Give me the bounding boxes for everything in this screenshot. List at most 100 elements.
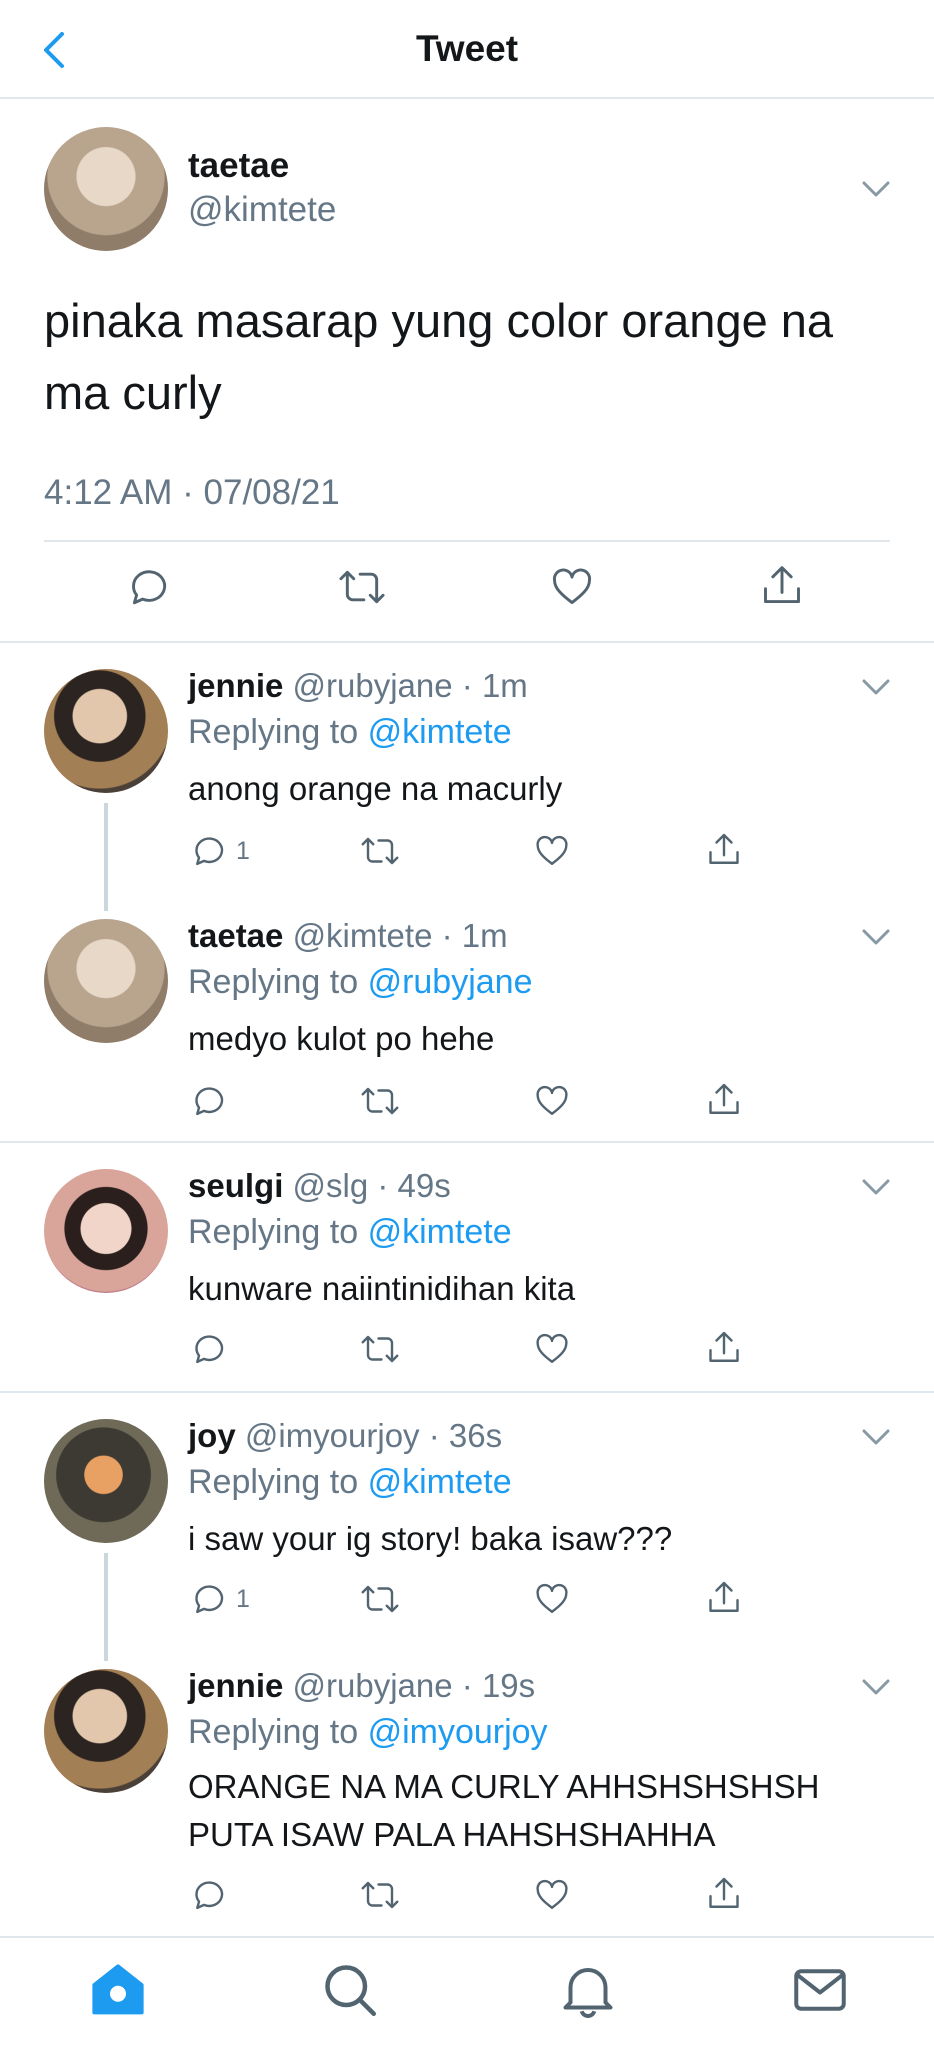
share-icon	[709, 1331, 739, 1362]
chevron-down-icon[interactable]	[860, 1427, 892, 1447]
share-button[interactable]	[706, 1329, 742, 1367]
share-icon	[709, 1581, 739, 1612]
like-button[interactable]	[534, 1083, 570, 1119]
author-name[interactable]: joy	[188, 1417, 236, 1454]
author-name[interactable]: jennie	[188, 1667, 283, 1704]
chevron-down-icon[interactable]	[860, 927, 892, 947]
reply-icon	[195, 1087, 224, 1116]
author-name[interactable]: taetae	[188, 917, 283, 954]
avatar[interactable]	[44, 919, 168, 1043]
author-handle[interactable]: @imyourjoy	[245, 1417, 420, 1454]
like-button[interactable]	[534, 1877, 570, 1913]
retweet-icon	[361, 837, 399, 865]
author-name[interactable]: taetae	[188, 146, 289, 186]
retweet-button[interactable]	[338, 565, 386, 609]
reply-time: · 49s	[377, 1167, 451, 1204]
top-bar: Tweet	[0, 0, 934, 99]
search-icon	[325, 1965, 376, 2016]
share-button[interactable]	[706, 831, 742, 869]
bell-icon	[563, 1968, 613, 2018]
like-button[interactable]	[534, 1331, 570, 1367]
retweet-button[interactable]	[360, 1877, 400, 1913]
reply-button[interactable]	[192, 1083, 236, 1119]
replying-to-link[interactable]: @rubyjane	[368, 963, 533, 1001]
author-name[interactable]: jennie	[188, 667, 283, 704]
retweet-icon	[361, 1335, 399, 1363]
divider	[44, 540, 890, 542]
heart-icon	[536, 1583, 568, 1613]
bottom-tab-bar	[0, 1936, 934, 2048]
reply-tweet[interactable]: jennie @rubyjane · 19s Replying to @imyo…	[0, 1643, 934, 1935]
reply-button[interactable]: 1	[192, 1581, 250, 1617]
tab-search[interactable]	[320, 1960, 380, 2020]
tab-messages[interactable]	[790, 1960, 850, 2020]
reply-time: · 19s	[461, 1667, 536, 1704]
reply-icon	[132, 570, 167, 605]
reply-count: 1	[236, 1584, 250, 1613]
heart-icon	[536, 1085, 568, 1115]
reply-tweet[interactable]: joy @imyourjoy · 36s Replying to @kimtet…	[0, 1393, 934, 1643]
reply-button[interactable]	[192, 1877, 236, 1913]
retweet-button[interactable]	[360, 1083, 400, 1119]
like-button[interactable]	[550, 565, 594, 609]
chevron-down-icon[interactable]	[860, 1677, 892, 1697]
tab-notifications[interactable]	[558, 1960, 618, 2020]
chevron-down-icon[interactable]	[860, 677, 892, 697]
reply-text: ORANGE NA MA CURLY AHHSHSHSHSH PUTA ISAW…	[188, 1768, 820, 1853]
retweet-button[interactable]	[360, 833, 400, 869]
reply-button[interactable]: 1	[192, 833, 250, 869]
reply-tweet[interactable]: taetae @kimtete · 1m Replying to @rubyja…	[0, 893, 934, 1141]
replying-to-label: Replying to	[188, 1713, 359, 1751]
retweet-icon	[361, 1881, 399, 1909]
heart-icon	[536, 835, 568, 865]
author-handle[interactable]: @kimtete	[293, 917, 433, 954]
replying-to-link[interactable]: @imyourjoy	[368, 1713, 548, 1751]
retweet-button[interactable]	[360, 1331, 400, 1367]
reply-text: anong orange na macurly	[188, 770, 563, 807]
replying-to-label: Replying to	[188, 1213, 359, 1251]
chevron-down-icon[interactable]	[860, 179, 892, 199]
chevron-down-icon[interactable]	[860, 1177, 892, 1197]
tweet-text: pinaka masarap yung color orange na ma c…	[44, 294, 834, 419]
tweet-timestamp: 4:12 AM · 07/08/21	[44, 473, 340, 512]
reply-icon	[195, 1881, 224, 1910]
replying-to-link[interactable]: @kimtete	[368, 1463, 512, 1501]
author-handle[interactable]: @rubyjane	[293, 1667, 453, 1704]
reply-tweet[interactable]: jennie @rubyjane · 1m Replying to @kimte…	[0, 643, 934, 893]
heart-icon	[552, 568, 592, 605]
retweet-icon	[339, 570, 385, 604]
share-icon	[709, 833, 739, 864]
reply-time: · 36s	[428, 1417, 503, 1454]
like-button[interactable]	[534, 1581, 570, 1617]
like-button[interactable]	[534, 833, 570, 869]
retweet-button[interactable]	[360, 1581, 400, 1617]
avatar[interactable]	[44, 127, 168, 251]
heart-icon	[536, 1333, 568, 1363]
replying-to-link[interactable]: @kimtete	[368, 713, 512, 751]
share-icon	[764, 566, 800, 604]
avatar[interactable]	[44, 1669, 168, 1793]
share-button[interactable]	[760, 563, 804, 609]
author-name[interactable]: seulgi	[188, 1167, 283, 1204]
reply-tweet[interactable]: seulgi @slg · 49s Replying to @kimtete k…	[0, 1143, 934, 1391]
replying-to-link[interactable]: @kimtete	[368, 1213, 512, 1251]
tab-home[interactable]	[88, 1960, 148, 2020]
share-button[interactable]	[706, 1081, 742, 1119]
reply-icon	[195, 1335, 224, 1364]
main-tweet: taetae @kimtete pinaka masarap yung colo…	[0, 99, 934, 643]
avatar[interactable]	[44, 669, 168, 793]
reply-text: i saw your ig story! baka isaw???	[188, 1520, 673, 1557]
avatar[interactable]	[44, 1419, 168, 1543]
share-button[interactable]	[706, 1875, 742, 1913]
reply-button[interactable]	[128, 565, 172, 609]
avatar[interactable]	[44, 1169, 168, 1293]
reply-time: · 1m	[441, 917, 508, 954]
reply-icon	[195, 837, 224, 866]
reply-button[interactable]	[192, 1331, 236, 1367]
author-handle[interactable]: @rubyjane	[293, 667, 453, 704]
author-handle[interactable]: @slg	[293, 1167, 369, 1204]
share-button[interactable]	[706, 1579, 742, 1617]
heart-icon	[536, 1879, 568, 1909]
author-handle[interactable]: @kimtete	[188, 190, 336, 230]
reply-text: kunware naiintinidihan kita	[188, 1270, 576, 1307]
